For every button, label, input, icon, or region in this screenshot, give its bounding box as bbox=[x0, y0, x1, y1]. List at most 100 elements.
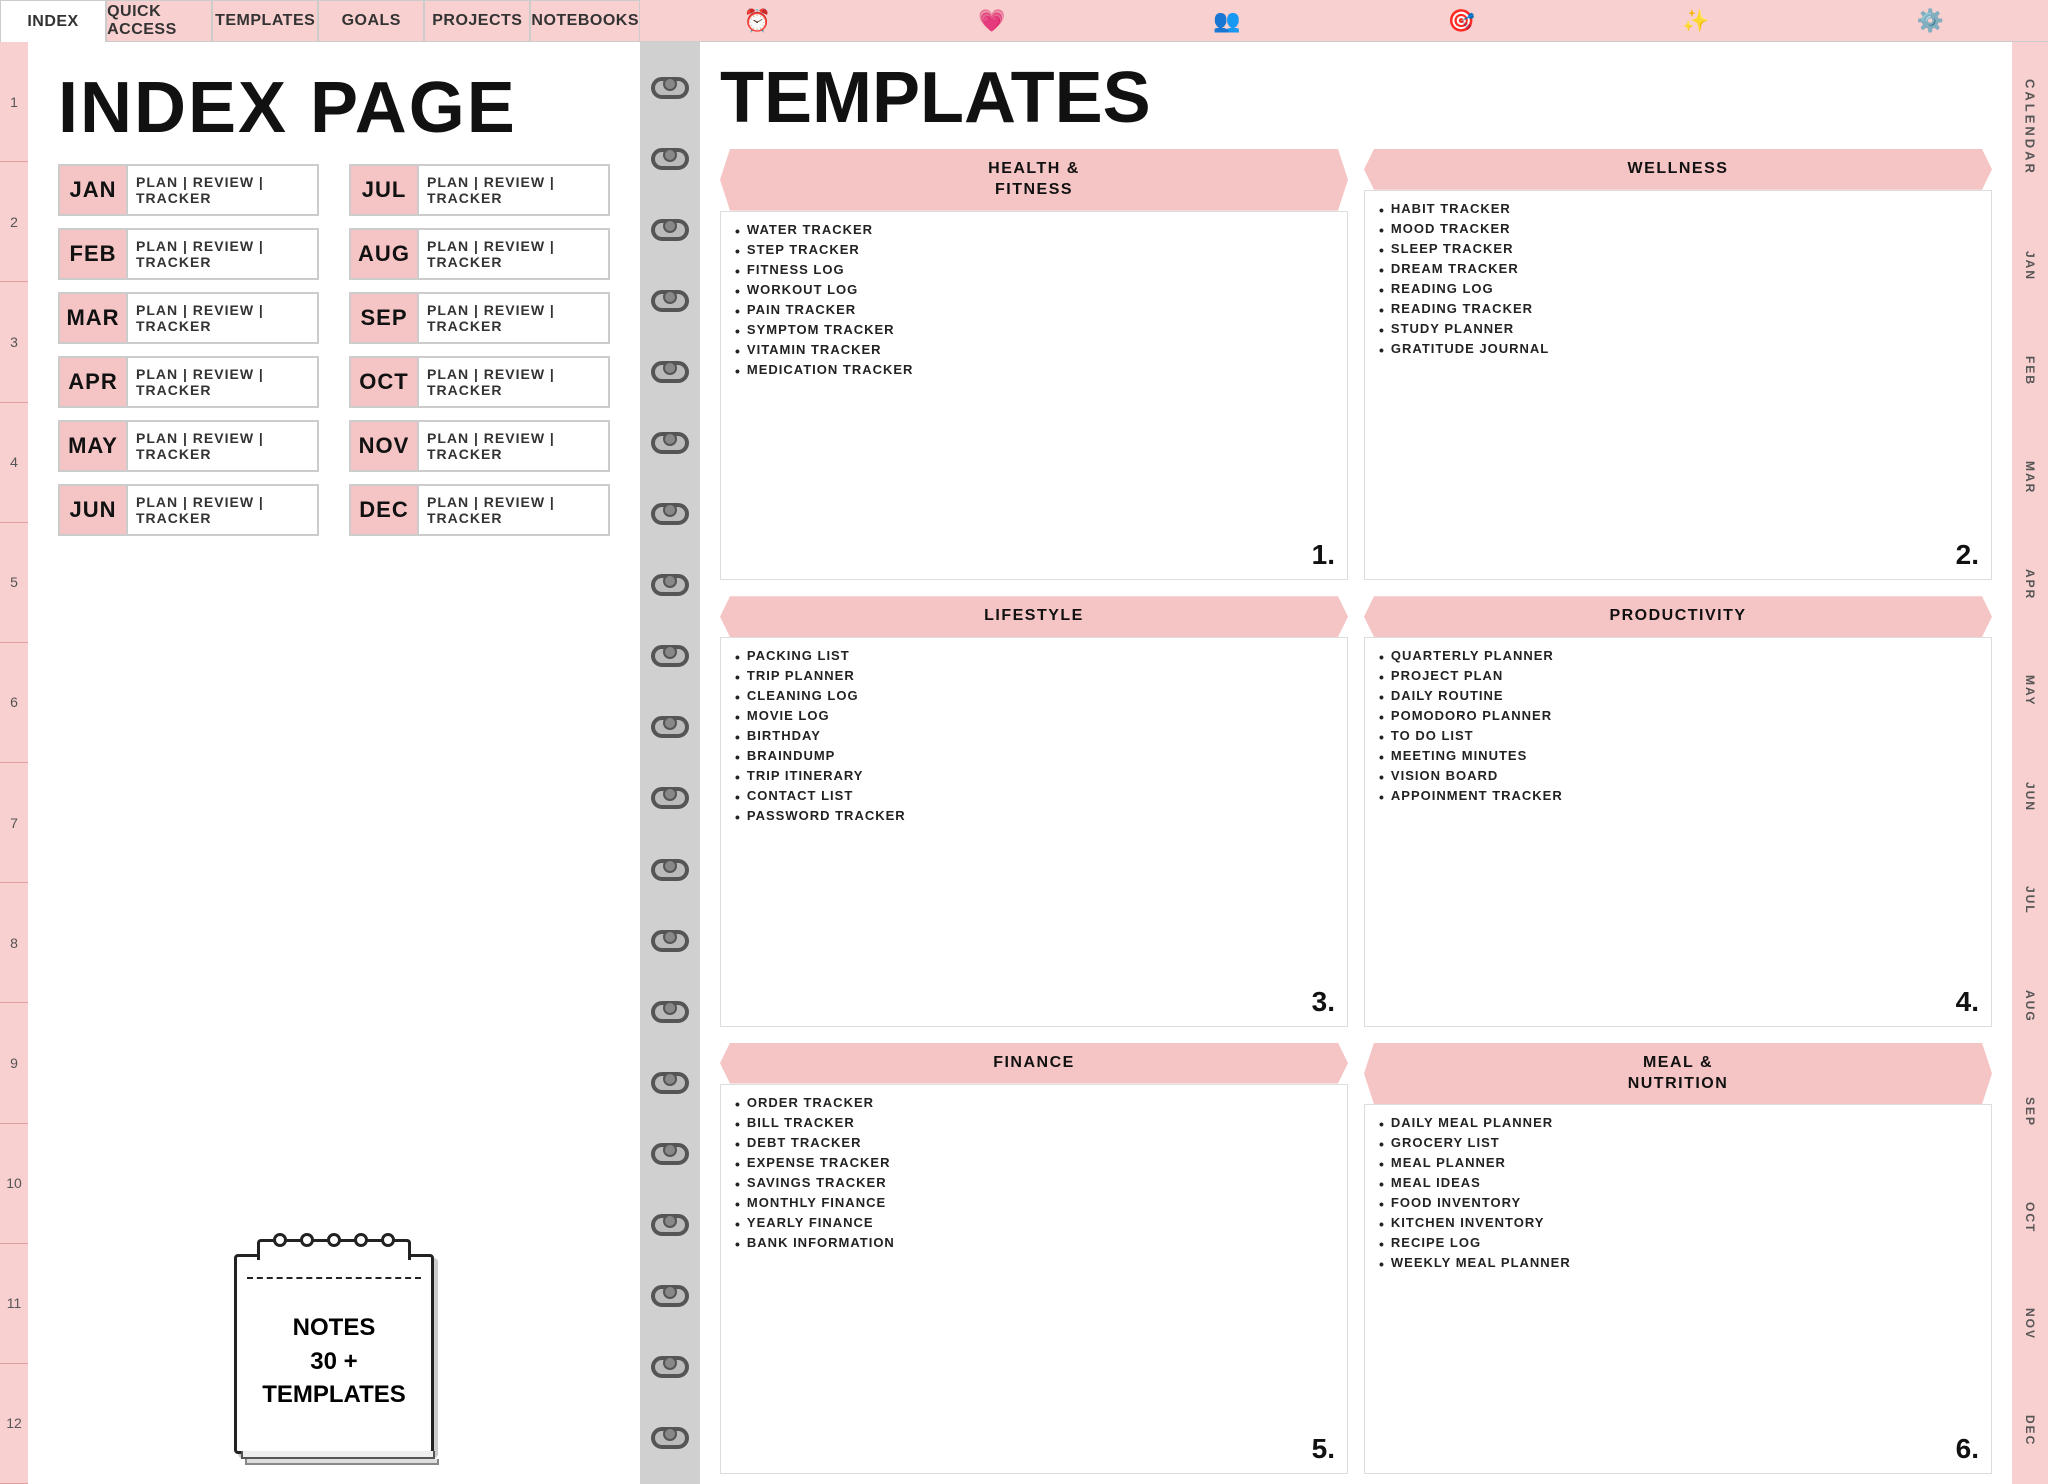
list-item[interactable]: SLEEP TRACKER bbox=[1379, 241, 1977, 258]
list-item[interactable]: BRAINDUMP bbox=[735, 748, 1333, 765]
sep-plan[interactable]: PLAN | REVIEW | TRACKER bbox=[419, 292, 610, 344]
month-dec[interactable]: DEC bbox=[349, 484, 419, 536]
list-item[interactable]: YEARLY FINANCE bbox=[735, 1215, 1333, 1232]
cal-feb[interactable]: FEB bbox=[2023, 352, 2037, 390]
tab-templates[interactable]: TEMPLATES bbox=[212, 0, 318, 42]
calendar-label[interactable]: CALENDAR bbox=[2023, 75, 2038, 180]
list-item[interactable]: SAVINGS TRACKER bbox=[735, 1175, 1333, 1192]
cal-dec[interactable]: DEC bbox=[2023, 1411, 2037, 1450]
aug-plan[interactable]: PLAN | REVIEW | TRACKER bbox=[419, 228, 610, 280]
cal-aug[interactable]: AUG bbox=[2023, 986, 2037, 1027]
cal-mar[interactable]: MAR bbox=[2023, 457, 2037, 498]
cal-nov[interactable]: NOV bbox=[2023, 1304, 2037, 1344]
mar-plan[interactable]: PLAN | REVIEW | TRACKER bbox=[128, 292, 319, 344]
list-item[interactable]: BANK INFORMATION bbox=[735, 1235, 1333, 1252]
list-item[interactable]: STEP TRACKER bbox=[735, 242, 1333, 259]
list-item[interactable]: ORDER TRACKER bbox=[735, 1095, 1333, 1112]
list-item[interactable]: MONTHLY FINANCE bbox=[735, 1195, 1333, 1212]
list-item[interactable]: SYMPTOM TRACKER bbox=[735, 322, 1333, 339]
month-mar[interactable]: MAR bbox=[58, 292, 128, 344]
tab-index[interactable]: INDEX bbox=[0, 0, 106, 42]
jun-plan[interactable]: PLAN | REVIEW | TRACKER bbox=[128, 484, 319, 536]
list-item[interactable]: DAILY ROUTINE bbox=[1379, 688, 1977, 705]
feb-plan[interactable]: PLAN | REVIEW | TRACKER bbox=[128, 228, 319, 280]
list-item[interactable]: DREAM TRACKER bbox=[1379, 261, 1977, 278]
list-item[interactable]: READING TRACKER bbox=[1379, 301, 1977, 318]
list-item[interactable]: BILL TRACKER bbox=[735, 1115, 1333, 1132]
nov-plan[interactable]: PLAN | REVIEW | TRACKER bbox=[419, 420, 610, 472]
list-item[interactable]: WEEKLY MEAL PLANNER bbox=[1379, 1255, 1977, 1272]
month-may[interactable]: MAY bbox=[58, 420, 128, 472]
list-item[interactable]: BIRTHDAY bbox=[735, 728, 1333, 745]
list-item[interactable]: FITNESS LOG bbox=[735, 262, 1333, 279]
list-item[interactable]: STUDY PLANNER bbox=[1379, 321, 1977, 338]
list-item[interactable]: WORKOUT LOG bbox=[735, 282, 1333, 299]
gear-icon[interactable]: ⚙️ bbox=[1917, 8, 1944, 34]
list-item[interactable]: DAILY MEAL PLANNER bbox=[1379, 1115, 1977, 1132]
row-10: 10 bbox=[0, 1124, 28, 1244]
month-jun[interactable]: JUN bbox=[58, 484, 128, 536]
cal-sep[interactable]: SEP bbox=[2023, 1093, 2037, 1131]
list-item[interactable]: APPOINMENT TRACKER bbox=[1379, 788, 1977, 805]
tab-projects[interactable]: PROJECTS bbox=[424, 0, 530, 42]
jan-plan[interactable]: PLAN | REVIEW | TRACKER bbox=[128, 164, 319, 216]
list-item[interactable]: CLEANING LOG bbox=[735, 688, 1333, 705]
month-jan[interactable]: JAN bbox=[58, 164, 128, 216]
sparkle-icon[interactable]: ✨ bbox=[1682, 8, 1709, 34]
jul-plan[interactable]: PLAN | REVIEW | TRACKER bbox=[419, 164, 610, 216]
list-item[interactable]: CONTACT LIST bbox=[735, 788, 1333, 805]
month-sep[interactable]: SEP bbox=[349, 292, 419, 344]
list-item[interactable]: RECIPE LOG bbox=[1379, 1235, 1977, 1252]
list-item[interactable]: PASSWORD TRACKER bbox=[735, 808, 1333, 825]
list-item[interactable]: VITAMIN TRACKER bbox=[735, 342, 1333, 359]
may-plan[interactable]: PLAN | REVIEW | TRACKER bbox=[128, 420, 319, 472]
heart-icon[interactable]: 💗 bbox=[978, 8, 1005, 34]
people-icon[interactable]: 👥 bbox=[1213, 8, 1240, 34]
list-item[interactable]: DEBT TRACKER bbox=[735, 1135, 1333, 1152]
list-item[interactable]: PROJECT PLAN bbox=[1379, 668, 1977, 685]
list-item[interactable]: READING LOG bbox=[1379, 281, 1977, 298]
list-item[interactable]: MOOD TRACKER bbox=[1379, 221, 1977, 238]
list-item[interactable]: PAIN TRACKER bbox=[735, 302, 1333, 319]
cal-apr[interactable]: APR bbox=[2023, 565, 2037, 604]
cal-jul[interactable]: JUL bbox=[2023, 882, 2037, 919]
list-item[interactable]: MEAL IDEAS bbox=[1379, 1175, 1977, 1192]
alarm-icon[interactable]: ⏰ bbox=[744, 8, 771, 34]
list-item[interactable]: MEAL PLANNER bbox=[1379, 1155, 1977, 1172]
list-item[interactable]: POMODORO PLANNER bbox=[1379, 708, 1977, 725]
list-item[interactable]: MOVIE LOG bbox=[735, 708, 1333, 725]
list-item[interactable]: MEDICATION TRACKER bbox=[735, 362, 1333, 379]
list-item[interactable]: TRIP PLANNER bbox=[735, 668, 1333, 685]
dec-plan[interactable]: PLAN | REVIEW | TRACKER bbox=[419, 484, 610, 536]
list-item[interactable]: QUARTERLY PLANNER bbox=[1379, 648, 1977, 665]
month-aug[interactable]: AUG bbox=[349, 228, 419, 280]
month-feb[interactable]: FEB bbox=[58, 228, 128, 280]
month-oct[interactable]: OCT bbox=[349, 356, 419, 408]
notes-notebook[interactable]: NOTES 30 + TEMPLATES bbox=[234, 1254, 434, 1454]
list-item[interactable]: TO DO LIST bbox=[1379, 728, 1977, 745]
list-item[interactable]: EXPENSE TRACKER bbox=[735, 1155, 1333, 1172]
cal-jun[interactable]: JUN bbox=[2023, 778, 2037, 816]
apr-plan[interactable]: PLAN | REVIEW | TRACKER bbox=[128, 356, 319, 408]
tab-notebooks[interactable]: NOTEBOOKS bbox=[530, 0, 640, 42]
list-item[interactable]: FOOD INVENTORY bbox=[1379, 1195, 1977, 1212]
tab-quick-access[interactable]: QUICK ACCESS bbox=[106, 0, 212, 42]
tab-goals[interactable]: GOALS bbox=[318, 0, 424, 42]
month-nov[interactable]: NOV bbox=[349, 420, 419, 472]
list-item[interactable]: PACKING LIST bbox=[735, 648, 1333, 665]
cal-jan[interactable]: JAN bbox=[2023, 247, 2037, 285]
list-item[interactable]: GRATITUDE JOURNAL bbox=[1379, 341, 1977, 358]
oct-plan[interactable]: PLAN | REVIEW | TRACKER bbox=[419, 356, 610, 408]
list-item[interactable]: GROCERY LIST bbox=[1379, 1135, 1977, 1152]
month-apr[interactable]: APR bbox=[58, 356, 128, 408]
target-icon[interactable]: 🎯 bbox=[1448, 8, 1475, 34]
list-item[interactable]: KITCHEN INVENTORY bbox=[1379, 1215, 1977, 1232]
cal-oct[interactable]: OCT bbox=[2023, 1198, 2037, 1237]
list-item[interactable]: WATER TRACKER bbox=[735, 222, 1333, 239]
list-item[interactable]: TRIP ITINERARY bbox=[735, 768, 1333, 785]
cal-may[interactable]: MAY bbox=[2023, 671, 2037, 711]
month-jul[interactable]: JUL bbox=[349, 164, 419, 216]
list-item[interactable]: VISION BOARD bbox=[1379, 768, 1977, 785]
list-item[interactable]: MEETING MINUTES bbox=[1379, 748, 1977, 765]
list-item[interactable]: HABIT TRACKER bbox=[1379, 201, 1977, 218]
